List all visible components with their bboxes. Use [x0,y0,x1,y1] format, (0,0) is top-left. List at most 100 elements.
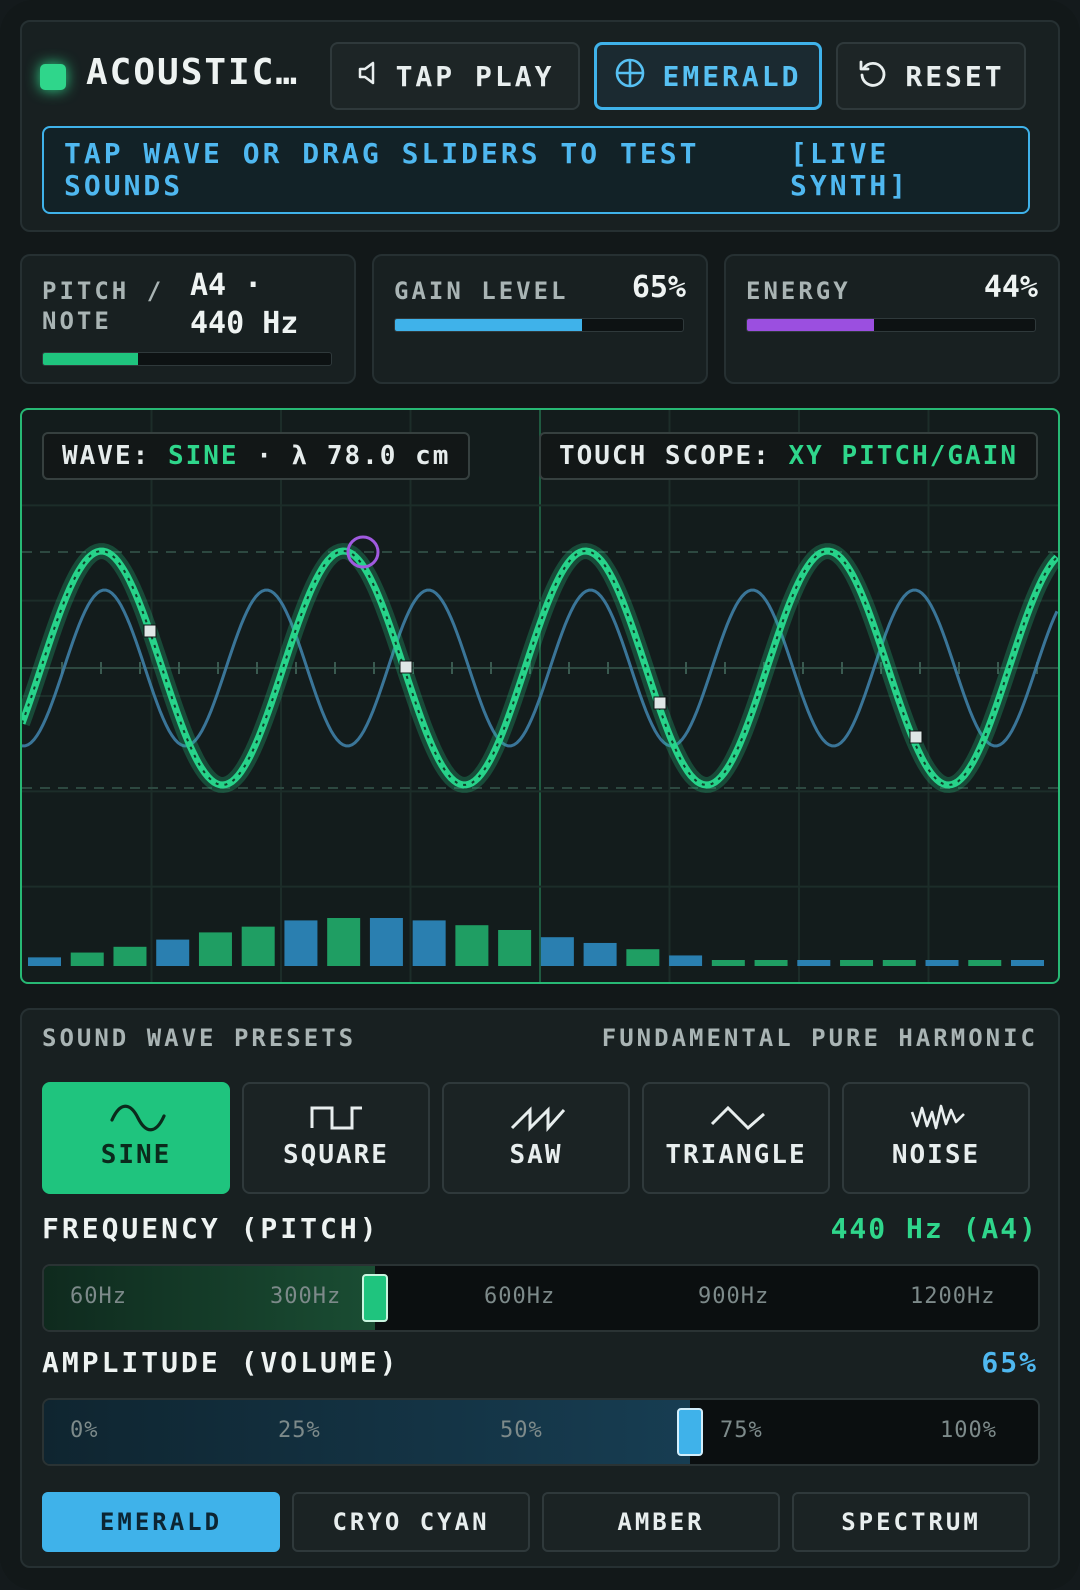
gain-label: GAIN LEVEL [394,277,569,305]
triangle-label: TRIANGLE [665,1140,807,1170]
energy-bar [746,318,1036,332]
reset-label: RESET [905,59,1005,93]
spectrum-bar [711,960,745,966]
oscilloscope[interactable]: WAVE: SINE · λ 78.0 cm TOUCH SCOPE: XY P… [20,408,1060,984]
instruction-banner: TAP WAVE OR DRAG SLIDERS TO TEST SOUNDS … [42,126,1030,214]
amplitude-tick: 25% [278,1418,321,1443]
frequency-tick: 1200Hz [910,1284,996,1309]
banner-text: TAP WAVE OR DRAG SLIDERS TO TEST SOUNDS [64,137,700,202]
wave-prefix: WAVE: [62,441,151,471]
spectrum-bar [70,952,104,966]
spectrum-bar [626,949,660,966]
frequency-title: FREQUENCY (PITCH) [42,1212,380,1245]
spectrum-bar [1011,960,1044,966]
spectrum-bar [455,925,489,966]
energy-card: ENERGY 44% [724,254,1060,384]
frequency-tick: 60Hz [70,1284,127,1309]
frequency-slider[interactable]: 60Hz 300Hz 600Hz 900Hz 1200Hz [42,1264,1040,1332]
saw-wave-icon [510,1106,566,1132]
frequency-value: 440 Hz (A4) [830,1212,1038,1245]
theme-emerald-chip[interactable]: EMERALD [42,1492,280,1552]
triangle-preset-button[interactable]: TRIANGLE [642,1082,830,1194]
spectrum-bar [28,957,61,966]
spectrum-bar [669,955,703,966]
presets-panel: SOUND WAVE PRESETS FUNDAMENTAL PURE HARM… [20,1008,1060,1568]
spectrum-bar [968,960,1002,966]
status-led [40,64,66,90]
energy-value: 44% [983,270,1038,305]
pitch-bar [42,352,332,366]
noise-preset-button[interactable]: NOISE [842,1082,1030,1194]
pitch-note-value: A4 · [190,268,263,303]
wave-info-tag: WAVE: SINE · λ 78.0 cm [42,432,471,480]
theme-emerald-label: EMERALD [662,59,802,93]
energy-label: ENERGY [746,277,851,305]
waveform-canvas[interactable] [22,410,1058,982]
header-panel: ACOUSTIC… TAP PLAY EMERALD RESET TAP WAV… [20,20,1060,232]
amplitude-tick: 50% [500,1418,543,1443]
frequency-tick: 900Hz [698,1284,770,1309]
spectrum-bar [498,930,532,966]
triangle-wave-icon [710,1105,765,1131]
globe-icon [614,57,646,96]
sample-marker [653,696,667,710]
touch-mode: XY PITCH/GAIN [788,441,1018,471]
square-preset-button[interactable]: SQUARE [242,1082,430,1194]
spectrum-bar [925,960,959,966]
spectrum-bar [840,960,874,966]
gain-value: 65% [631,270,686,305]
pitch-card: PITCH / NOTE A4 · 440 Hz [20,254,356,384]
saw-preset-button[interactable]: SAW [442,1082,630,1194]
sine-wave-icon [110,1104,166,1132]
touch-scope-tag: TOUCH SCOPE: XY PITCH/GAIN [539,432,1038,480]
spectrum-bar [198,932,232,966]
spectrum-bar [412,920,446,966]
pitch-hz-value: 440 Hz [190,306,299,341]
tap-play-button[interactable]: TAP PLAY [330,42,580,110]
pitch-label: PITCH / NOTE [42,277,165,335]
noise-wave-icon [910,1104,965,1130]
theme-cryo-cyan-chip[interactable]: CRYO CYAN [292,1492,530,1552]
frequency-tick: 600Hz [484,1284,556,1309]
sample-marker [143,624,157,638]
amplitude-tick: 0% [70,1418,99,1443]
amplitude-value: 65% [981,1346,1038,1379]
spectrum-bar [583,942,617,966]
theme-amber-chip[interactable]: AMBER [542,1492,780,1552]
banner-live-tag: [LIVE SYNTH] [790,137,910,202]
touch-prefix: TOUCH SCOPE: [559,441,771,471]
tap-play-label: TAP PLAY [395,59,555,93]
reset-icon [857,57,889,96]
reset-button[interactable]: RESET [836,42,1026,110]
amplitude-tick: 100% [940,1418,997,1443]
amplitude-title: AMPLITUDE (VOLUME) [42,1346,400,1379]
spectrum-bar [156,939,190,966]
frequency-tick: 300Hz [270,1284,342,1309]
saw-label: SAW [509,1140,563,1170]
spectrum-bar [540,937,574,966]
spectrum-bar [327,918,361,966]
frequency-slider-thumb[interactable] [362,1274,388,1322]
speaker-icon [356,59,380,94]
energy-bar-fill [747,319,874,331]
amplitude-slider-fill [44,1400,691,1464]
sine-label: SINE [100,1140,172,1170]
theme-spectrum-chip[interactable]: SPECTRUM [792,1492,1030,1552]
wave-type: SINE [167,441,239,471]
spectrum-bar [754,960,788,966]
sine-preset-button[interactable]: SINE [42,1082,230,1194]
spectrum-bar [369,918,403,966]
spectrum-bar [113,946,147,966]
amplitude-slider-thumb[interactable] [677,1408,704,1456]
amplitude-tick: 75% [720,1418,763,1443]
theme-emerald-button[interactable]: EMERALD [594,42,822,110]
spectrum-bar [882,960,916,966]
spectrum-bar [284,920,318,966]
presets-title: SOUND WAVE PRESETS [42,1024,357,1052]
square-wave-icon [310,1106,362,1130]
amplitude-slider[interactable]: 0% 25% 50% 75% 100% [42,1398,1040,1466]
spectrum-bar [797,960,831,966]
spectrum-bar [241,926,275,966]
sample-marker [909,730,923,744]
square-label: SQUARE [283,1140,389,1170]
